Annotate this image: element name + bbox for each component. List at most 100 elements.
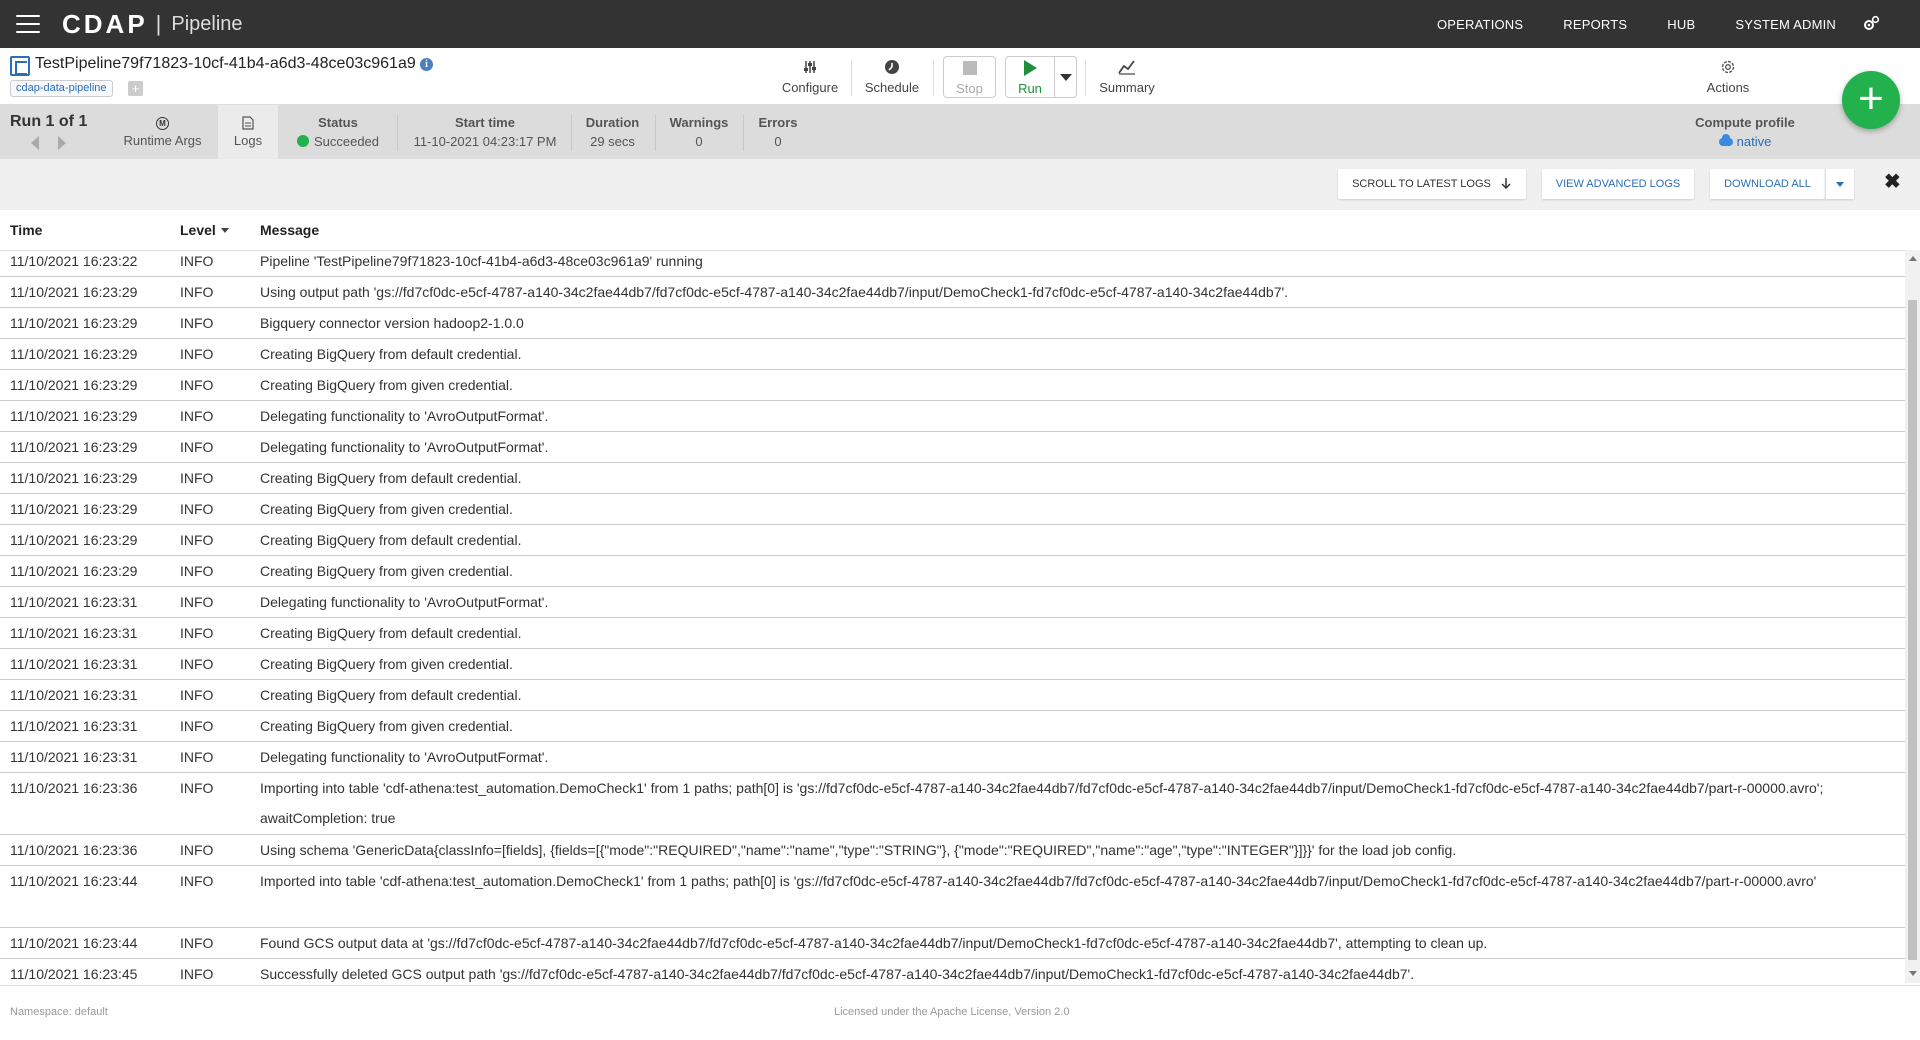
status-label: Status	[318, 115, 358, 130]
run-info-bar: Run 1 of 1 M Runtime Args Logs Status Su…	[0, 105, 1920, 159]
nav-link-hub[interactable]: HUB	[1667, 17, 1695, 32]
stop-button[interactable]: Stop	[943, 56, 996, 98]
configure-button[interactable]: Configure	[780, 48, 840, 104]
download-all-button[interactable]: DOWNLOAD ALL	[1710, 169, 1825, 199]
close-logs-icon[interactable]: ✖	[1884, 172, 1901, 192]
nav-links: OPERATIONS REPORTS HUB SYSTEM ADMIN	[1397, 0, 1880, 48]
log-message: Pipeline 'TestPipeline79f71823-10cf-41b4…	[260, 253, 703, 269]
log-level: INFO	[180, 532, 214, 548]
run-counter: Run 1 of 1	[10, 113, 88, 130]
log-row: 11/10/2021 16:23:29 INFO Creating BigQuery…	[0, 463, 1905, 494]
add-entity-fab-button[interactable]: +	[1842, 71, 1900, 129]
duration-value: 29 secs	[590, 134, 635, 149]
run-options-dropdown[interactable]	[1055, 56, 1077, 98]
compute-profile-stat: Compute profile native	[1680, 105, 1810, 159]
column-header-time: Time	[10, 222, 43, 238]
log-time: 11/10/2021 16:23:31	[10, 594, 138, 610]
toolbar-divider	[851, 60, 852, 96]
level-header-label: Level	[180, 222, 216, 238]
log-message: Creating BigQuery from default credentia…	[260, 346, 522, 362]
log-row: 11/10/2021 16:23:36 INFO Importing into ta…	[0, 773, 1905, 835]
errors-stat: Errors 0	[748, 105, 808, 159]
logs-tab[interactable]: Logs	[218, 105, 278, 159]
footer: Namespace: default Licensed under the Ap…	[0, 985, 1920, 1040]
log-row: 11/10/2021 16:23:44 INFO Found GCS output …	[0, 928, 1905, 959]
duration-label: Duration	[585, 115, 640, 130]
previous-run-arrow-icon[interactable]	[31, 136, 39, 150]
info-icon[interactable]: i	[420, 58, 433, 71]
log-table-header: Time Level Message	[0, 210, 1920, 251]
summary-button[interactable]: Summary	[1097, 48, 1157, 104]
nav-link-operations[interactable]: OPERATIONS	[1437, 17, 1523, 32]
status-text: Succeeded	[313, 134, 380, 149]
log-time: 11/10/2021 16:23:36	[10, 842, 138, 858]
run-label: Run	[1018, 80, 1042, 96]
clock-icon	[884, 58, 900, 76]
log-row: 11/10/2021 16:23:31 INFO Creating BigQuery…	[0, 618, 1905, 649]
log-row: 11/10/2021 16:23:31 INFO Delegating functi…	[0, 587, 1905, 618]
hamburger-menu-icon[interactable]	[16, 15, 40, 33]
log-row: 11/10/2021 16:23:29 INFO Creating BigQuery…	[0, 370, 1905, 401]
log-level: INFO	[180, 935, 214, 951]
log-message: Delegating functionality to 'AvroOutputF…	[260, 408, 549, 424]
download-options-dropdown[interactable]	[1825, 169, 1854, 199]
start-time-stat: Start time 11-10-2021 04:23:17 PM	[400, 105, 570, 159]
nav-link-reports[interactable]: REPORTS	[1563, 17, 1627, 32]
runtime-args-tab[interactable]: M Runtime Args	[110, 105, 215, 159]
log-level: INFO	[180, 439, 214, 455]
stat-divider	[397, 115, 398, 151]
toolbar-divider	[933, 60, 934, 96]
log-message: Creating BigQuery from default credentia…	[260, 532, 522, 548]
log-level: INFO	[180, 408, 214, 424]
log-time: 11/10/2021 16:23:29	[10, 284, 138, 300]
logs-label: Logs	[233, 133, 263, 148]
run-button[interactable]: Run	[1005, 56, 1055, 98]
brand-separator: |	[155, 11, 162, 36]
log-time: 11/10/2021 16:23:45	[10, 966, 138, 982]
log-row: 11/10/2021 16:23:31 INFO Creating BigQuery…	[0, 680, 1905, 711]
compute-profile-value: native	[1736, 134, 1772, 149]
column-header-level[interactable]: Level	[180, 222, 229, 238]
log-row: 11/10/2021 16:23:31 INFO Creating BigQuery…	[0, 649, 1905, 680]
next-run-arrow-icon[interactable]	[58, 136, 66, 150]
stop-label: Stop	[956, 80, 983, 96]
schedule-button[interactable]: Schedule	[862, 48, 922, 104]
license-link[interactable]: Licensed under the Apache License, Versi…	[834, 1006, 1069, 1018]
add-tag-button[interactable]: +	[128, 81, 143, 96]
warnings-stat: Warnings 0	[660, 105, 738, 159]
scroll-down-arrow-icon[interactable]	[1909, 971, 1917, 976]
log-row: 11/10/2021 16:23:29 INFO Creating BigQuery…	[0, 556, 1905, 587]
scrollbar-thumb[interactable]	[1908, 300, 1917, 960]
log-message: Creating BigQuery from given credential.	[260, 656, 513, 672]
play-icon	[1023, 59, 1037, 77]
scroll-to-latest-logs-button[interactable]: SCROLL TO LATEST LOGS	[1338, 169, 1526, 199]
warnings-label: Warnings	[669, 115, 729, 130]
settings-gear-icon[interactable]	[1862, 15, 1880, 33]
log-level: INFO	[180, 346, 214, 362]
duration-stat: Duration 29 secs	[575, 105, 650, 159]
nav-link-system-admin[interactable]: SYSTEM ADMIN	[1735, 17, 1836, 32]
schedule-label: Schedule	[864, 79, 920, 95]
top-navbar: CDAP | Pipeline OPERATIONS REPORTS HUB S…	[0, 0, 1920, 48]
log-time: 11/10/2021 16:23:29	[10, 470, 138, 486]
cloud-icon	[1718, 134, 1733, 146]
log-message: Delegating functionality to 'AvroOutputF…	[260, 439, 549, 455]
view-advanced-logs-button[interactable]: VIEW ADVANCED LOGS	[1542, 169, 1694, 199]
log-row: 11/10/2021 16:23:29 INFO Creating BigQuery…	[0, 525, 1905, 556]
brand[interactable]: CDAP | Pipeline	[62, 9, 243, 40]
log-message: Creating BigQuery from given credential.	[260, 718, 513, 734]
log-row: 11/10/2021 16:23:29 INFO Delegating functi…	[0, 401, 1905, 432]
log-message: Bigquery connector version hadoop2-1.0.0	[260, 315, 524, 331]
log-scrollbar[interactable]	[1905, 250, 1920, 983]
log-message: Importing into table 'cdf-athena:test_au…	[260, 780, 1824, 826]
pipeline-tag[interactable]: cdap-data-pipeline	[10, 80, 113, 97]
actions-button[interactable]: Actions	[1698, 48, 1758, 104]
status-stat: Status Succeeded	[288, 105, 388, 159]
compute-profile-link[interactable]: native	[1718, 134, 1772, 149]
column-header-message: Message	[260, 222, 320, 238]
runtime-args-label: Runtime Args	[123, 132, 202, 148]
compute-profile-label: Compute profile	[1695, 115, 1795, 130]
summary-label: Summary	[1099, 79, 1155, 95]
log-level: INFO	[180, 842, 214, 858]
scroll-up-arrow-icon[interactable]	[1909, 256, 1917, 261]
